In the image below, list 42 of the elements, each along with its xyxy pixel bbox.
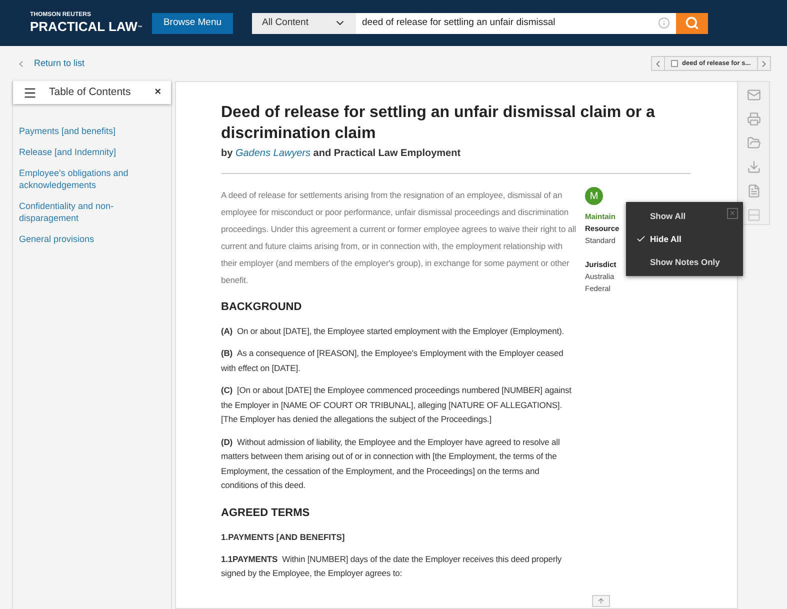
clause-paragraph: 1.1PAYMENTS Within [NUMBER] days of the date the Employer receives this deed properly signed by the Employee, the Employer agrees to: <box>221 552 563 580</box>
folder-icon[interactable] <box>746 136 760 150</box>
split-view-icon[interactable] <box>746 208 760 222</box>
toc-title: Table of Contents <box>49 84 132 100</box>
clause-paragraph: (C) [On or about [DATE] the Employee commenced proceedings numbered [NUMBER] against the Employer in [NAME OF COURT OR TRIBUNAL], alleging [NATURE OF ALLEGATIONS]. [The Employer has denied the allegations the subject of the Proceedings.] <box>221 384 572 426</box>
notes-menu-item[interactable]: Hide All <box>636 232 739 246</box>
browse-menu-button[interactable]: Browse Menu <box>152 12 233 34</box>
toc-link[interactable]: Payments [and benefits] <box>19 125 165 137</box>
document-checkbox[interactable] <box>671 60 678 67</box>
toc-link[interactable]: Employee's obligations and acknowledgements <box>19 167 165 191</box>
abstract-paragraph: A deed of release for settlements arising from the resignation of an employee, dismissal of an employee for misconduct or poor performance, unfair dismissal proceedings and discrimination proceedings. Under this agreement a current or former employee agrees to waive their right to all current and future claims arising from, or in connection with, the employment relationship with their employer (and members of the employer's group), in exchange for some payment or other benefit. <box>221 189 577 287</box>
brand-title: PRACTICAL LAW$^{™}$ <box>30 19 144 34</box>
toc-link[interactable]: General provisions <box>19 233 165 245</box>
back-to-top-button[interactable] <box>592 595 610 607</box>
search-field[interactable]: deed of release for settling an unfair dismissal <box>356 12 676 34</box>
clause-paragraph: (D) Without admission of liability, the Employee and the Employer have agreed to resolve all matters between them arising out of or in connection with [the Employment, the terms of the Employment, the cessation of the Employment, and the Proceedings] on the terms and conditions of this deed. <box>221 436 561 492</box>
email-icon[interactable] <box>746 88 760 102</box>
byline: by Gadens Lawyers and Practical Law Employment <box>221 147 462 161</box>
search-input[interactable]: deed of release for settling an unfair dismissal <box>362 16 658 30</box>
author-link[interactable]: Gadens Lawyers <box>235 148 310 159</box>
clause-paragraph: (A) On or about [DATE], the Employee started employment with the Employer (Employment). <box>221 324 565 338</box>
scope-dropdown[interactable]: All Content <box>252 12 356 34</box>
download-icon[interactable] <box>746 160 760 174</box>
close-button[interactable]: × <box>154 84 161 101</box>
section-heading: AGREED TERMS <box>221 506 311 520</box>
menu-icon[interactable] <box>23 86 37 100</box>
print-icon[interactable] <box>746 112 760 126</box>
clause-paragraph: (B) As a consequence of [REASON], the Employee's Employment with the Employer ceased with effect on [DATE]. <box>221 347 564 375</box>
arrow-up-icon <box>597 597 605 605</box>
clause-heading: 1.PAYMENTS [AND BENEFITS] <box>221 531 346 544</box>
search-button[interactable] <box>676 12 708 34</box>
search-icon <box>685 16 699 30</box>
section-heading: BACKGROUND <box>221 300 303 315</box>
toc-link[interactable]: Release [and Indemnity] <box>19 146 165 158</box>
return-to-list-link[interactable]: Return to list <box>16 56 85 70</box>
document-icon[interactable] <box>746 184 760 198</box>
checkmark-icon <box>636 234 646 244</box>
document-title: Deed of release for settling an unfair dismissal claim or a discrimination claim <box>221 103 656 144</box>
toc-link[interactable]: Confidentiality and non-disparagement <box>19 200 165 224</box>
notes-menu-item[interactable]: Show Notes Only <box>636 256 739 268</box>
info-icon[interactable] <box>658 17 670 29</box>
maintainer-avatar: M <box>585 187 603 205</box>
